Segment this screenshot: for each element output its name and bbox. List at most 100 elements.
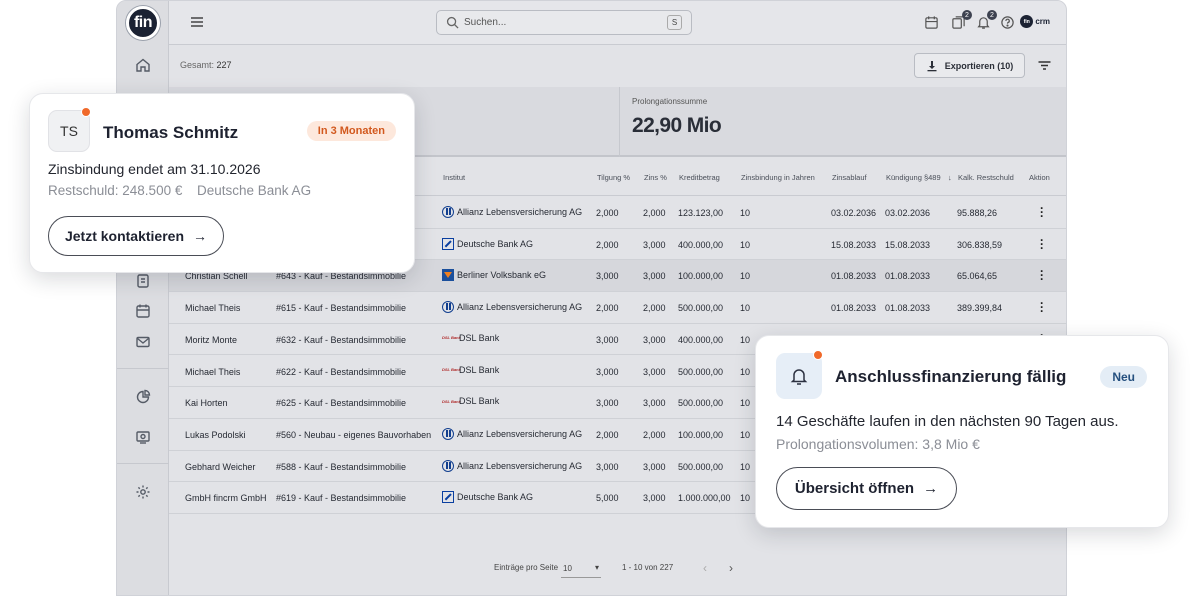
col-kuendigung[interactable]: Kündigung §489 — [886, 173, 941, 182]
dsl-logo-icon: DSL Bank — [442, 367, 461, 372]
institut-name: Allianz Lebensversicherung AG — [457, 428, 583, 439]
cell-zins: 3,000 — [643, 493, 666, 504]
cell-tilgung: 5,000 — [596, 493, 619, 504]
cell-kredit: 400.000,00 — [678, 334, 724, 345]
col-kreditbetrag[interactable]: Kreditbetrag — [679, 173, 720, 182]
export-button[interactable]: Exportieren (10) — [914, 53, 1025, 78]
cell-institut: Deutsche Bank AG — [442, 237, 534, 250]
cell-kredit: 500.000,00 — [678, 303, 724, 314]
more-actions-icon[interactable]: ··· — [1040, 234, 1044, 254]
col-zinsbindung[interactable]: Zinsbindung in Jahren — [741, 173, 815, 182]
cell-zinsbindung: 10 — [740, 429, 751, 440]
cell-kuendigung: 15.08.2033 — [885, 239, 931, 250]
institut-name: Berliner Volksbank eG — [457, 270, 547, 281]
cell-institut: Deutsche Bank AG — [442, 491, 533, 504]
total-value: 227 — [216, 60, 232, 70]
cell-zinsbindung: 10 — [740, 461, 751, 472]
arrow-right-icon: → — [923, 480, 939, 497]
search-placeholder: Suchen... — [464, 17, 507, 28]
dsl-logo-icon: DSL Bank — [442, 335, 461, 341]
search-shortcut: S — [667, 15, 682, 30]
contact-reminder-card: TS Thomas Schmitz In 3 Monaten Zinsbindu… — [29, 93, 415, 273]
cell-deal: #560 - Neubau - eigenes Bauvorhaben — [276, 429, 432, 440]
cell-kredit: 123.123,00 — [678, 208, 724, 218]
more-actions-icon[interactable]: ··· — [1040, 265, 1044, 285]
follow-up-financing-card: Anschlussfinanzierung fällig Neu 14 Gesc… — [755, 335, 1169, 528]
presentation-icon[interactable] — [135, 429, 151, 445]
open-overview-label: Übersicht öffnen — [794, 480, 915, 497]
allianz-logo-icon — [442, 301, 454, 314]
next-page-button[interactable]: › — [729, 561, 733, 575]
institut-name: DSL Bank — [459, 396, 500, 407]
cell-name: Michael Theis — [185, 303, 241, 314]
cell-zinsablauf: 03.02.2036 — [831, 208, 877, 218]
page-range: 1 - 10 von 227 — [622, 563, 674, 572]
document-icon[interactable] — [135, 273, 151, 289]
chevron-down-icon: ▾ — [594, 563, 599, 572]
unread-dot — [813, 350, 823, 360]
export-label: Exportieren (10) — [944, 60, 1014, 71]
due-badge: In 3 Monaten — [306, 121, 396, 141]
table-toolbar: Gesamt: 227 Exportieren (10) — [169, 45, 1066, 87]
mail-icon[interactable] — [135, 334, 151, 350]
bell-badge: 2 — [987, 10, 997, 20]
new-badge: Neu — [1100, 366, 1147, 388]
cell-zinsbindung: 10 — [740, 334, 751, 345]
calendar-icon[interactable] — [135, 303, 151, 319]
settings-icon[interactable] — [135, 484, 151, 500]
open-overview-button[interactable]: Übersicht öffnen → — [776, 467, 957, 510]
cell-name: Lukas Podolski — [185, 429, 246, 440]
contact-now-label: Jetzt kontaktieren — [64, 228, 185, 244]
cell-zinsbindung: 10 — [740, 303, 751, 314]
col-zins[interactable]: Zins % — [644, 173, 667, 182]
cell-restschuld: 95.888,26 — [957, 208, 998, 218]
col-zinsablauf[interactable]: Zinsablauf — [832, 173, 867, 182]
total-count: Gesamt: 227 — [180, 60, 232, 70]
cell-name: Moritz Monte — [185, 334, 238, 345]
more-actions-icon[interactable]: ··· — [1040, 202, 1044, 222]
institut-name: Allianz Lebensversicherung AG — [457, 302, 583, 313]
cell-name: GmbH fincrm GmbH — [185, 493, 267, 504]
cell-kuendigung: 01.08.2033 — [885, 303, 931, 314]
allianz-logo-icon — [442, 206, 454, 218]
col-institut[interactable]: Institut — [443, 173, 465, 182]
institut-name: Allianz Lebensversicherung AG — [457, 207, 583, 217]
home-icon[interactable] — [135, 57, 151, 73]
bell-icon[interactable]: 2 — [976, 10, 997, 30]
app-logo[interactable]: fin — [126, 6, 160, 40]
fincrm-brand[interactable]: fin crm — [1020, 15, 1050, 28]
institut-name: Deutsche Bank AG — [457, 238, 534, 249]
cell-institut: Allianz Lebensversicherung AG — [442, 427, 583, 440]
db-logo-icon — [442, 491, 454, 504]
cell-tilgung: 3,000 — [596, 334, 619, 345]
col-restschuld[interactable]: Kalk. Restschuld — [958, 173, 1014, 182]
cell-zinsbindung: 10 — [740, 398, 751, 409]
alert-title: Anschlussfinanzierung fällig — [835, 367, 1067, 386]
col-tilgung[interactable]: Tilgung % — [597, 173, 630, 182]
cell-institut: Berliner Volksbank eG — [442, 269, 547, 282]
brand-name: crm — [1035, 17, 1050, 26]
search-input[interactable]: Suchen... S — [436, 10, 692, 35]
cell-kredit: 100.000,00 — [678, 429, 724, 440]
page-size-value: 10 — [563, 564, 572, 573]
filter-icon[interactable] — [1037, 58, 1052, 73]
pie-chart-icon[interactable] — [135, 389, 151, 405]
page-size-select[interactable]: 10 ▾ — [561, 556, 601, 578]
more-actions-icon[interactable]: ··· — [1040, 297, 1044, 317]
table-row[interactable]: Michael Theis #615 - Kauf - Bestandsimmob… — [169, 292, 1066, 324]
contact-now-button[interactable]: Jetzt kontaktieren → — [48, 216, 224, 256]
menu-icon[interactable] — [190, 15, 204, 29]
calendar-icon[interactable] — [924, 15, 939, 30]
sidebar: fin — [117, 1, 169, 595]
sort-desc-icon[interactable]: ↓ — [948, 173, 952, 182]
cell-zins: 3,000 — [643, 398, 666, 409]
cell-kuendigung: 03.02.2036 — [885, 208, 931, 218]
help-icon[interactable] — [1000, 15, 1015, 30]
tasks-badge: 2 — [962, 10, 972, 20]
cell-zinsbindung: 10 — [740, 493, 751, 504]
prev-page-button[interactable]: ‹ — [703, 561, 707, 575]
institut-name: DSL Bank — [459, 332, 500, 343]
cell-institut: Allianz Lebensversicherung AG — [442, 301, 583, 314]
cell-tilgung: 2,000 — [596, 303, 619, 314]
tasks-icon[interactable]: 2 — [951, 10, 972, 30]
